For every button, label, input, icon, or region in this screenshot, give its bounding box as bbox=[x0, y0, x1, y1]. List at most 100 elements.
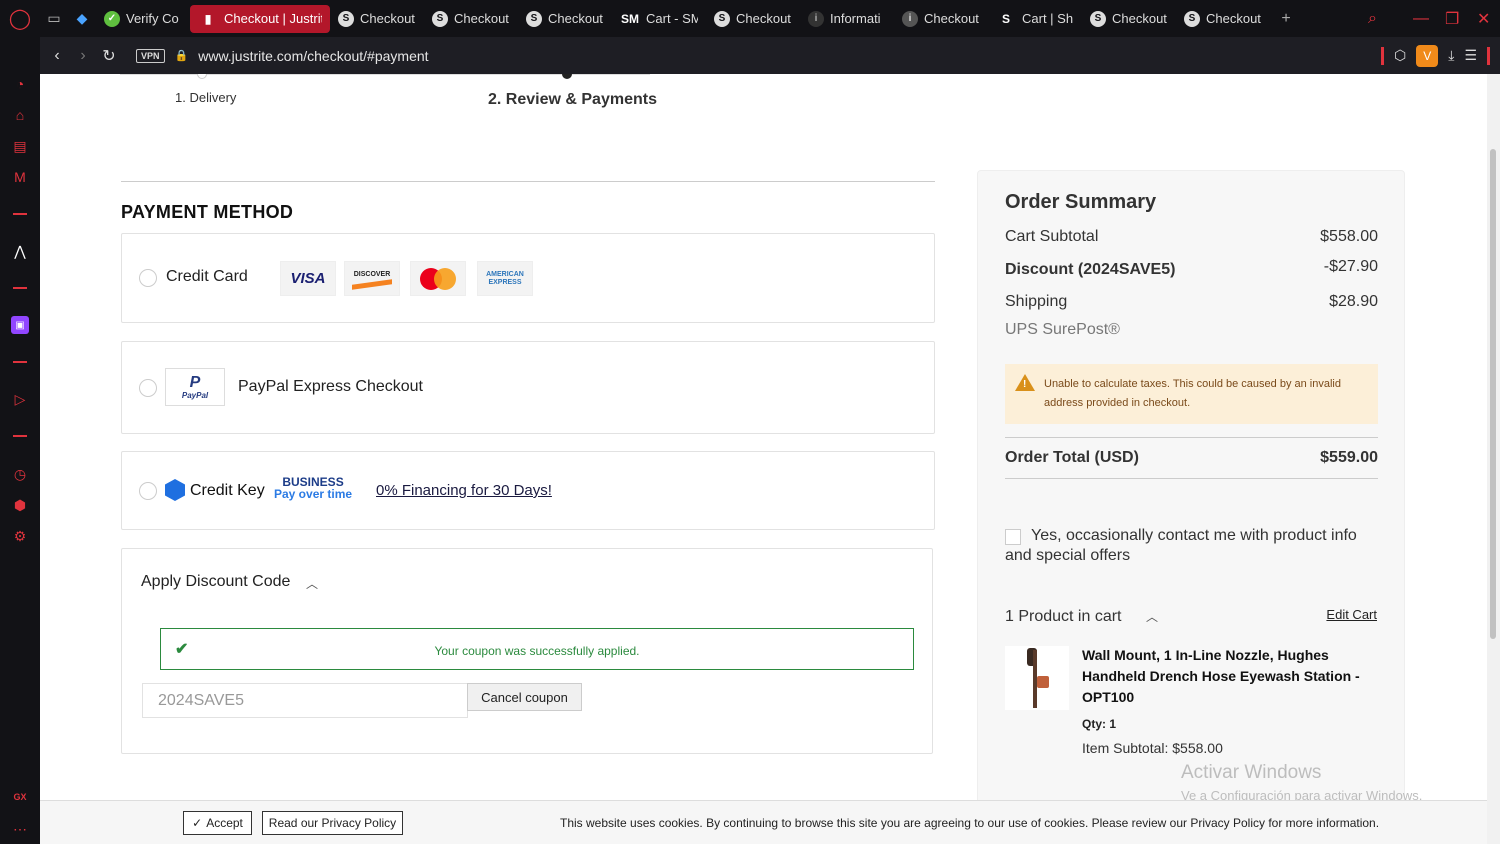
step-review-payments: 2. Review & Payments bbox=[488, 91, 657, 108]
shipping-value: $28.90 bbox=[1329, 293, 1378, 310]
tab-checkout[interactable]: S Checkout bbox=[1082, 5, 1176, 33]
privacy-policy-button[interactable]: Read our Privacy Policy bbox=[262, 811, 403, 835]
product-qty: Qty: 1 bbox=[1082, 717, 1117, 731]
search-tabs-icon[interactable]: ⌕ bbox=[1368, 0, 1377, 37]
store-icon[interactable]: ⌂ bbox=[0, 103, 40, 127]
windows-watermark-title: Activar Windows bbox=[1181, 762, 1322, 783]
justrite-favicon: ▮ bbox=[204, 11, 212, 26]
tab-checkout[interactable]: S Checkout bbox=[424, 5, 518, 33]
step-delivery[interactable]: 1. Delivery bbox=[175, 90, 236, 105]
product-name: Wall Mount, 1 In-Line Nozzle, Hughes Han… bbox=[1082, 647, 1360, 705]
tab-checkout[interactable]: S Checkout bbox=[330, 5, 424, 33]
credit-key-icon bbox=[165, 479, 185, 501]
subtotal-label: Cart Subtotal bbox=[1005, 228, 1099, 245]
apply-discount-toggle[interactable]: Apply Discount Code bbox=[141, 573, 290, 591]
credit-card-radio[interactable] bbox=[139, 269, 157, 287]
opera-logo-icon[interactable]: ◯ bbox=[0, 0, 40, 37]
more-icon[interactable]: ⋯ bbox=[0, 817, 40, 841]
products-in-cart-toggle[interactable]: 1 Product in cart bbox=[1005, 608, 1122, 626]
tab-checkout[interactable]: S Checkout bbox=[518, 5, 612, 33]
aria-icon[interactable]: ⋀ bbox=[0, 239, 40, 263]
cube-icon[interactable]: ⬡ bbox=[1394, 47, 1406, 64]
credit-key-radio[interactable] bbox=[139, 482, 157, 500]
vpn-badge[interactable]: VPN bbox=[136, 48, 165, 63]
gmail-icon[interactable]: M bbox=[0, 165, 40, 189]
warning-exclamation: ! bbox=[1023, 379, 1027, 390]
divider bbox=[13, 287, 27, 289]
tab-checkout-justrite[interactable]: ▮ Checkout | Justrit bbox=[190, 4, 330, 33]
url-field[interactable]: www.justrite.com/checkout/#payment bbox=[198, 48, 428, 64]
tab-verify[interactable]: ✓ Verify Co bbox=[96, 5, 190, 33]
divider bbox=[1005, 437, 1378, 438]
tab-checkout[interactable]: S Checkout bbox=[1176, 5, 1270, 33]
marketing-optin-checkbox[interactable] bbox=[1005, 529, 1021, 545]
discount-value: -$27.90 bbox=[1323, 258, 1378, 275]
page-scrollbar[interactable] bbox=[1487, 74, 1500, 844]
accept-cookies-button[interactable]: ✓ Accept bbox=[183, 811, 252, 835]
success-text: Your coupon was successfully applied. bbox=[434, 644, 640, 658]
shipping-row: Shipping $28.90 bbox=[1005, 293, 1378, 311]
cancel-coupon-button[interactable]: Cancel coupon bbox=[467, 683, 582, 711]
player-icon[interactable]: ▷ bbox=[0, 387, 40, 411]
menu-icon[interactable]: ☰ bbox=[1464, 47, 1477, 64]
gem-icon[interactable]: ◆ bbox=[68, 0, 96, 37]
reload-icon[interactable]: ↻ bbox=[96, 37, 122, 74]
tab-information[interactable]: i Informati bbox=[800, 5, 894, 33]
mastercard-icon bbox=[410, 261, 466, 296]
divider bbox=[1005, 478, 1378, 479]
chevron-up-icon[interactable]: ︿ bbox=[306, 575, 318, 592]
extensions-icon[interactable]: ⬢ bbox=[0, 493, 40, 517]
warning-text: Unable to calculate taxes. This could be… bbox=[1044, 378, 1341, 409]
credit-card-option[interactable]: Credit Card VISA DISCOVER AMERICAN EXPRE… bbox=[121, 233, 935, 323]
amex-icon: AMERICAN EXPRESS bbox=[477, 261, 533, 296]
settings-icon[interactable]: ⚙ bbox=[0, 524, 40, 548]
tab-checkout[interactable]: i Checkout bbox=[894, 5, 988, 33]
sm-favicon: SM bbox=[621, 11, 639, 26]
new-tab-icon[interactable]: + bbox=[1276, 9, 1296, 29]
credit-card-label: Credit Card bbox=[166, 268, 248, 285]
shopify-icon: S bbox=[432, 10, 448, 27]
paypal-label: PayPal Express Checkout bbox=[238, 378, 423, 395]
credit-key-option[interactable]: Credit Key BUSINESS Pay over time 0% Fin… bbox=[121, 451, 935, 530]
history-icon[interactable]: ◷ bbox=[0, 462, 40, 486]
order-summary: Order Summary Cart Subtotal $558.00 Disc… bbox=[977, 170, 1405, 844]
divider bbox=[13, 361, 27, 363]
divider bbox=[13, 435, 27, 437]
tax-warning: ! Unable to calculate taxes. This could … bbox=[1005, 364, 1378, 424]
snapshot-icon[interactable]: ▭ bbox=[40, 0, 68, 37]
paypal-option[interactable]: P PayPal PayPal Express Checkout bbox=[121, 341, 935, 434]
chevron-up-icon[interactable]: ︿ bbox=[1146, 608, 1158, 625]
minimize-icon[interactable]: — bbox=[1413, 0, 1429, 37]
coupon-code-input[interactable]: 2024SAVE5 bbox=[142, 683, 468, 718]
paypal-radio[interactable] bbox=[139, 379, 157, 397]
download-icon[interactable]: ⤓ bbox=[1448, 47, 1454, 64]
financing-link[interactable]: 0% Financing for 30 Days! bbox=[376, 482, 552, 499]
tab-cart-sh[interactable]: S Cart | Sh bbox=[988, 5, 1082, 33]
cookie-banner: ✓ Accept Read our Privacy Policy This we… bbox=[40, 800, 1487, 844]
product-image bbox=[1005, 646, 1069, 710]
close-icon[interactable]: ✕ bbox=[1477, 0, 1490, 37]
gx-corner-icon[interactable]: ▤ bbox=[0, 134, 40, 158]
info-icon: i bbox=[902, 10, 918, 27]
coupon-success-message: ✔ Your coupon was successfully applied. bbox=[160, 628, 914, 670]
cookie-message: This website uses cookies. By continuing… bbox=[560, 816, 1380, 830]
back-icon[interactable]: ‹ bbox=[44, 37, 70, 74]
twitch-icon[interactable]: ▣ bbox=[0, 313, 40, 337]
edit-cart-link[interactable]: Edit Cart bbox=[1326, 607, 1377, 622]
address-bar-actions: ⬡ V ⤓ ☰ bbox=[1381, 37, 1490, 74]
extension-icon[interactable]: V bbox=[1416, 44, 1439, 67]
browser-tab-bar: ◯ ▭ ◆ ✓ Verify Co ▮ Checkout | Justrit S… bbox=[0, 0, 1500, 37]
discount-label: Discount (2024SAVE5) bbox=[1005, 261, 1176, 278]
tab-cart-sm[interactable]: SM Cart - SM bbox=[612, 5, 706, 33]
scrollbar-thumb[interactable] bbox=[1490, 149, 1496, 639]
marketing-optin-label: Yes, occasionally contact me with produc… bbox=[1005, 527, 1357, 564]
maximize-icon[interactable]: ❐ bbox=[1445, 0, 1459, 37]
tab-checkout[interactable]: S Checkout bbox=[706, 5, 800, 33]
speed-dial-icon[interactable]: ◔ bbox=[0, 72, 40, 96]
forward-icon[interactable]: › bbox=[70, 37, 96, 74]
info-icon: i bbox=[808, 10, 824, 27]
shopify-icon: S bbox=[526, 10, 542, 27]
lock-icon[interactable]: 🔒 bbox=[175, 49, 189, 62]
browser-sidebar: ◔ ⌂ ▤ M ⋀ ▣ ▷ ◷ ⬢ ⚙ GX ⋯ bbox=[0, 37, 40, 844]
check-icon: ✓ bbox=[104, 10, 120, 27]
